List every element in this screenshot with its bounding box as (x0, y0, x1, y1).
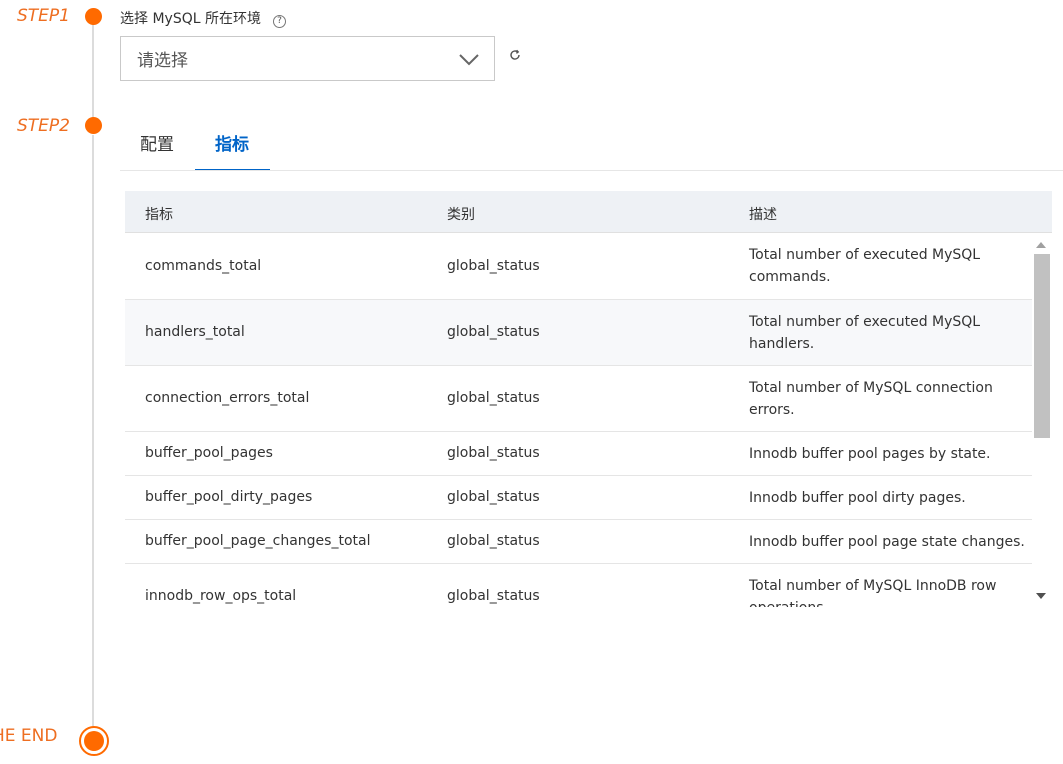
help-icon[interactable]: ? (272, 15, 286, 28)
cell-category: global_status (447, 533, 540, 549)
cell-category: global_status (447, 445, 540, 461)
header-category: 类别 (447, 207, 475, 223)
step1-label: STEP1 (17, 6, 70, 26)
cell-category: global_status (447, 390, 540, 406)
table-row: handlers_total global_status Total numbe… (125, 300, 1032, 366)
chevron-down-icon (459, 54, 479, 66)
cell-description: Total number of executed MySQL handlers. (749, 314, 981, 352)
select-placeholder: 请选择 (137, 51, 188, 71)
cell-metric: buffer_pool_pages (145, 445, 273, 461)
table-row: commands_total global_status Total numbe… (125, 233, 1032, 300)
end-label: HE END (0, 726, 58, 746)
table-row: buffer_pool_pages global_status Innodb b… (125, 432, 1032, 476)
step1-title-text: 选择 MySQL 所在环境 (120, 10, 261, 27)
end-ring-icon (79, 726, 109, 756)
cell-category: global_status (447, 324, 540, 340)
cell-category: global_status (447, 258, 540, 274)
table-body[interactable]: commands_total global_status Total numbe… (125, 233, 1032, 607)
scroll-down-icon[interactable] (1036, 593, 1046, 599)
timeline-line (92, 135, 94, 727)
refresh-icon[interactable] (508, 48, 522, 62)
cell-metric: buffer_pool_page_changes_total (145, 533, 371, 549)
step2-label: STEP2 (17, 116, 70, 136)
table-scrollbar[interactable] (1032, 233, 1052, 607)
step1-title: 选择 MySQL 所在环境 ? (120, 7, 286, 28)
table-row: innodb_row_ops_total global_status Total… (125, 564, 1032, 607)
metrics-table: 指标 类别 描述 commands_total global_status To… (125, 191, 1052, 607)
cell-category: global_status (447, 489, 540, 505)
cell-description: Innodb buffer pool page state changes. (749, 534, 1025, 550)
header-description: 描述 (749, 207, 777, 223)
tab-divider (120, 170, 1063, 171)
step2-dot (85, 117, 102, 134)
cell-metric: connection_errors_total (145, 390, 310, 406)
cell-metric: handlers_total (145, 324, 245, 340)
tab-metrics[interactable]: 指标 (215, 130, 249, 155)
table-row: buffer_pool_dirty_pages global_status In… (125, 476, 1032, 520)
cell-category: global_status (447, 588, 540, 604)
cell-description: Innodb buffer pool pages by state. (749, 446, 991, 462)
cell-metric: commands_total (145, 258, 262, 274)
cell-metric: innodb_row_ops_total (145, 588, 297, 604)
cell-description: Innodb buffer pool dirty pages. (749, 490, 966, 506)
scroll-up-icon[interactable] (1036, 242, 1046, 248)
table-header: 指标 类别 描述 (125, 191, 1052, 233)
page-root: STEP1 STEP2 HE END 选择 MySQL 所在环境 ? 请选择 配… (0, 0, 1063, 764)
timeline-line (92, 24, 94, 124)
table-row: connection_errors_total global_status To… (125, 366, 1032, 432)
table-row: buffer_pool_page_changes_total global_st… (125, 520, 1032, 564)
tab-config[interactable]: 配置 (140, 130, 174, 155)
step1-dot (85, 8, 102, 25)
cell-description: Total number of executed MySQL commands. (749, 247, 981, 285)
cell-metric: buffer_pool_dirty_pages (145, 489, 313, 505)
scrollbar-thumb[interactable] (1034, 254, 1050, 438)
cell-description: Total number of MySQL InnoDB row operati… (749, 578, 997, 607)
environment-select[interactable]: 请选择 (120, 36, 495, 81)
cell-description: Total number of MySQL connection errors. (749, 380, 993, 418)
header-metric: 指标 (145, 207, 173, 223)
